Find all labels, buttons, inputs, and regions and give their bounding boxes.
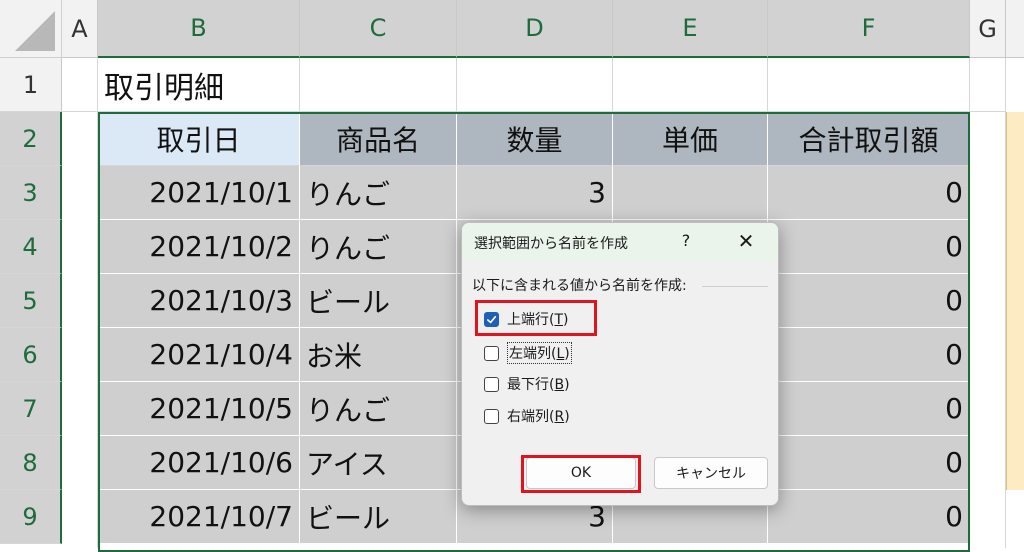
column-a-cells[interactable] (62, 112, 98, 548)
checkbox-unchecked-icon[interactable] (484, 376, 499, 392)
row-header-4[interactable]: 4 (0, 220, 62, 274)
group-divider (702, 286, 768, 287)
row-header-3[interactable]: 3 (0, 166, 62, 220)
checkbox-unchecked-icon[interactable] (484, 408, 499, 424)
row-header-9[interactable]: 9 (0, 490, 62, 544)
total-cell[interactable]: 0 (768, 328, 970, 382)
date-cell[interactable]: 2021/10/5 (98, 382, 300, 436)
price-cell[interactable] (613, 166, 768, 220)
total-cell[interactable]: 0 (768, 382, 970, 436)
total-cell[interactable]: 0 (768, 436, 970, 490)
date-cell[interactable]: 2021/10/3 (98, 274, 300, 328)
row-header-1[interactable]: 1 (0, 58, 62, 112)
cell-f1[interactable] (768, 58, 970, 112)
cell-g1[interactable] (970, 58, 1006, 112)
left-column-checkbox[interactable]: 左端列(L) (484, 341, 572, 365)
column-header-a[interactable]: A (62, 0, 98, 58)
cancel-button[interactable]: キャンセル (654, 457, 768, 489)
header-cell-quantity[interactable]: 数量 (457, 112, 613, 166)
help-button[interactable]: ? (676, 231, 696, 250)
date-cell[interactable]: 2021/10/1 (98, 166, 300, 220)
row-header-8[interactable]: 8 (0, 436, 62, 490)
create-names-dialog: 選択範囲から名前を作成 ? ✕ 以下に含まれる値から名前を作成: 上端行(T) … (461, 222, 779, 506)
item-cell[interactable]: ビール (300, 274, 457, 328)
cell-e1[interactable] (613, 58, 768, 112)
date-cell[interactable]: 2021/10/2 (98, 220, 300, 274)
quantity-cell[interactable]: 3 (457, 166, 613, 220)
cell-c1[interactable] (300, 58, 457, 112)
header-cell-item[interactable]: 商品名 (300, 112, 457, 166)
item-cell[interactable]: アイス (300, 436, 457, 490)
total-cell[interactable]: 0 (768, 490, 970, 544)
item-cell[interactable]: お米 (300, 328, 457, 382)
column-header-h[interactable] (1006, 0, 1024, 58)
right-column-checkbox[interactable]: 右端列(R) (484, 404, 570, 428)
column-header-g[interactable]: G (970, 0, 1006, 58)
row-header-6[interactable]: 6 (0, 328, 62, 382)
cell-a1[interactable] (62, 58, 98, 112)
total-cell[interactable]: 0 (768, 274, 970, 328)
item-cell[interactable]: りんご (300, 166, 457, 220)
date-cell[interactable]: 2021/10/6 (98, 436, 300, 490)
checkbox-unchecked-icon[interactable] (484, 345, 499, 361)
header-cell-total[interactable]: 合計取引額 (768, 112, 970, 166)
item-cell[interactable]: りんご (300, 220, 457, 274)
date-cell[interactable]: 2021/10/7 (98, 490, 300, 544)
cell-d1[interactable] (457, 58, 613, 112)
dialog-title: 選択範囲から名前を作成 (474, 236, 628, 252)
right-column-label: 右端列(R) (507, 409, 570, 425)
dialog-titlebar[interactable]: 選択範囲から名前を作成 ? ✕ (462, 223, 778, 261)
adjacent-filled-cells[interactable] (1006, 112, 1024, 490)
total-cell[interactable]: 0 (768, 220, 970, 274)
item-cell[interactable]: ビール (300, 490, 457, 544)
highlight-box-ok (521, 455, 641, 493)
header-cell-unit-price[interactable]: 単価 (613, 112, 768, 166)
header-cell-date[interactable]: 取引日 (98, 112, 300, 166)
select-all-corner[interactable] (0, 0, 62, 58)
column-header-d[interactable]: D (457, 0, 613, 58)
left-column-label: 左端列(L) (507, 342, 572, 364)
cell-b1-title[interactable]: 取引明細 (98, 58, 300, 112)
row-header-5[interactable]: 5 (0, 274, 62, 328)
close-icon[interactable]: ✕ (734, 229, 758, 253)
column-header-f[interactable]: F (768, 0, 970, 58)
column-header-c[interactable]: C (300, 0, 457, 58)
bottom-row-label: 最下行(B) (507, 377, 570, 393)
column-header-e[interactable]: E (613, 0, 768, 58)
row-header-2[interactable]: 2 (0, 112, 62, 166)
item-cell[interactable]: りんご (300, 382, 457, 436)
column-header-b[interactable]: B (98, 0, 300, 58)
bottom-row-checkbox[interactable]: 最下行(B) (484, 372, 570, 396)
column-g-cells[interactable] (970, 112, 1006, 548)
highlight-box-top-row (475, 300, 597, 336)
options-group-label: 以下に含まれる値から名前を作成: (472, 278, 687, 294)
total-cell[interactable]: 0 (768, 166, 970, 220)
date-cell[interactable]: 2021/10/4 (98, 328, 300, 382)
row-header-7[interactable]: 7 (0, 382, 62, 436)
